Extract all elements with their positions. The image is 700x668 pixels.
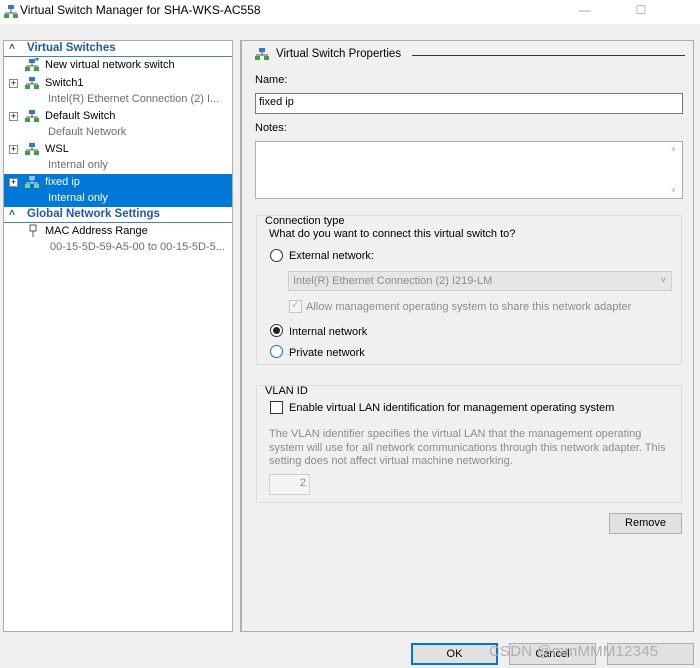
allow-management-checkbox[interactable]: ✓: [289, 300, 302, 313]
network-switch-icon: [25, 176, 39, 188]
new-switch-item[interactable]: New virtual network switch: [4, 57, 232, 75]
expand-icon[interactable]: +: [9, 145, 18, 154]
switch-item-fixed-ip[interactable]: + fixed ip Internal only: [4, 174, 232, 207]
new-switch-label: New virtual network switch: [45, 59, 175, 71]
expand-icon[interactable]: +: [9, 178, 18, 187]
maximize-button[interactable]: ☐: [618, 0, 664, 22]
connection-question: What do you want to connect this virtual…: [269, 228, 516, 240]
adapter-select[interactable]: Intel(R) Ethernet Connection (2) I219-LM…: [288, 271, 672, 291]
switch-properties-panel: Virtual Switch Properties Name: fixed ip…: [240, 40, 694, 632]
title-bar: Virtual Switch Manager for SHA-WKS-AC558…: [0, 0, 700, 24]
switch-name: WSL: [45, 143, 69, 155]
scroll-down-icon[interactable]: ˅: [666, 186, 681, 195]
switch-detail: Internal only: [48, 192, 108, 204]
scroll-up-icon[interactable]: ˄: [666, 145, 681, 154]
name-label: Name:: [255, 74, 288, 86]
remove-button[interactable]: Remove: [609, 513, 682, 534]
virtual-switches-header[interactable]: ˄ Virtual Switches: [4, 41, 232, 57]
mac-range-detail: 00-15-5D-59-A5-00 to 00-15-5D-5...: [50, 241, 225, 253]
private-network-radio[interactable]: [270, 345, 283, 358]
chevron-down-icon: ˅: [660, 275, 666, 285]
notes-field[interactable]: ˄ ˅: [255, 141, 683, 199]
mac-range-label: MAC Address Range: [45, 225, 148, 237]
checkmark-icon: ✓: [291, 300, 300, 311]
switch-item-switch1[interactable]: + Switch1 Intel(R) Ethernet Connection (…: [4, 75, 232, 108]
window-title: Virtual Switch Manager for SHA-WKS-AC558: [20, 3, 261, 17]
switch-name: Default Switch: [45, 110, 116, 122]
switch-item-default-switch[interactable]: + Default Switch Default Network: [4, 108, 232, 141]
virtual-switches-label: Virtual Switches: [27, 42, 116, 54]
vlan-id-title: VLAN ID: [265, 385, 308, 397]
enable-vlan-checkbox[interactable]: [270, 401, 283, 414]
network-switch-icon: [255, 48, 269, 60]
internal-network-label: Internal network: [289, 326, 368, 338]
global-network-settings-label: Global Network Settings: [27, 208, 160, 220]
mac-address-range-item[interactable]: MAC Address Range 00-15-5D-59-A5-00 to 0…: [4, 223, 232, 256]
vlan-id-field[interactable]: 2: [269, 474, 310, 495]
allow-management-label: Allow management operating system to sha…: [306, 301, 632, 313]
switch-item-wsl[interactable]: + WSL Internal only: [4, 141, 232, 174]
ok-button[interactable]: OK: [411, 643, 498, 665]
network-switch-icon: [25, 143, 39, 155]
global-network-settings-header[interactable]: ˄ Global Network Settings: [4, 207, 232, 223]
external-network-radio[interactable]: [270, 249, 283, 262]
internal-network-radio[interactable]: [270, 324, 283, 337]
expand-icon[interactable]: +: [9, 112, 18, 121]
network-switch-icon: [25, 110, 39, 122]
switch-detail: Default Network: [48, 126, 127, 138]
notes-scrollbar[interactable]: ˄ ˅: [666, 143, 681, 197]
switch-name: fixed ip: [45, 176, 80, 188]
connection-type-group: Connection type What do you want to conn…: [256, 215, 682, 365]
vlan-id-group: VLAN ID Enable virtual LAN identificatio…: [256, 385, 682, 503]
enable-vlan-label: Enable virtual LAN identification for ma…: [289, 402, 615, 414]
switch-name: Switch1: [45, 77, 84, 89]
external-network-label: External network:: [289, 250, 374, 262]
notes-label: Notes:: [255, 122, 287, 134]
switch-tree: ˄ Virtual Switches New virtual network s…: [3, 40, 233, 632]
watermark: CSDN @mmMMM12345: [489, 643, 659, 660]
properties-header: Virtual Switch Properties: [254, 47, 685, 63]
minimize-button[interactable]: —: [562, 0, 608, 22]
new-switch-icon: [25, 58, 39, 71]
switch-detail: Intel(R) Ethernet Connection (2) I...: [48, 93, 220, 105]
collapse-icon[interactable]: ˄: [9, 208, 15, 219]
connection-type-title: Connection type: [265, 215, 345, 227]
properties-title: Virtual Switch Properties: [276, 48, 402, 60]
adapter-value: Intel(R) Ethernet Connection (2) I219-LM: [293, 275, 493, 287]
expand-icon[interactable]: +: [9, 79, 18, 88]
network-plug-icon: [29, 224, 37, 237]
vlan-description: The VLAN identifier specifies the virtua…: [269, 428, 666, 467]
private-network-label: Private network: [289, 347, 365, 359]
virtual-switch-app-icon: [4, 5, 18, 18]
collapse-icon[interactable]: ˄: [9, 42, 15, 53]
switch-detail: Internal only: [48, 159, 108, 171]
header-divider: [412, 55, 685, 56]
name-field[interactable]: fixed ip: [255, 93, 683, 114]
network-switch-icon: [25, 77, 39, 89]
